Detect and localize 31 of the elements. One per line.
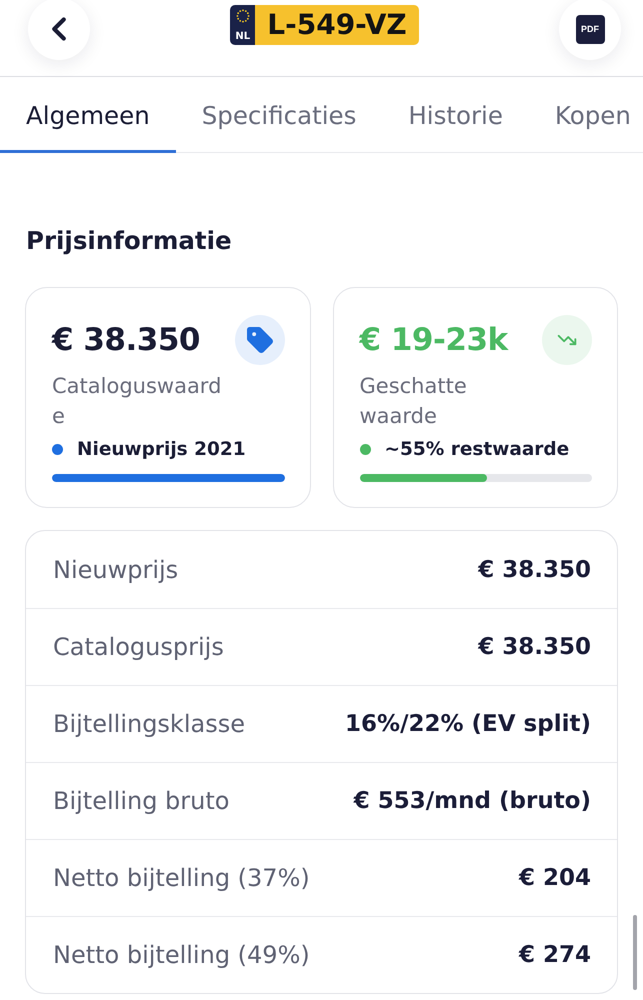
section-title: Prijsinformatie <box>26 226 233 256</box>
row-label: Netto bijtelling (37%) <box>53 864 310 892</box>
row-label: Catalogusprijs <box>53 633 224 661</box>
row-label: Bijtellingsklasse <box>53 710 245 738</box>
pdf-badge: PDF <box>576 14 604 44</box>
country-code: NL <box>235 31 250 43</box>
tab[interactable]: Algemeen <box>0 77 176 153</box>
price-caption: Cataloguswaarde <box>52 373 222 430</box>
scrollbar-thumb[interactable] <box>633 915 637 990</box>
price-value: € 19-23k <box>360 322 508 358</box>
row-value: € 274 <box>518 942 591 968</box>
eu-stars-icon <box>236 9 250 23</box>
legend-text: Nieuwprijs 2021 <box>77 438 246 460</box>
price-caption: Geschatte waarde <box>360 373 468 430</box>
tag-icon <box>234 315 284 365</box>
row-value: € 553/mnd (bruto) <box>354 788 591 814</box>
trend-down-icon <box>542 315 592 365</box>
plate-number: L-549-VZ <box>255 5 419 45</box>
tab[interactable]: Kopen <box>528 77 643 153</box>
tab[interactable]: Historie <box>382 77 529 153</box>
row-value: 16%/22% (EV split) <box>345 711 591 737</box>
row-value: € 204 <box>518 865 591 891</box>
price-value: € 38.350 <box>52 322 200 358</box>
legend-text: ~55% restwaarde <box>384 438 570 460</box>
tab[interactable]: Specificaties <box>176 77 382 153</box>
row-value: € 38.350 <box>478 556 591 582</box>
row-label: Netto bijtelling (49%) <box>53 941 310 969</box>
row-label: Nieuwprijs <box>53 556 178 584</box>
row-label: Bijtelling bruto <box>53 787 230 815</box>
pdf-button[interactable]: PDF <box>559 0 621 60</box>
row-value: € 38.350 <box>478 634 591 660</box>
